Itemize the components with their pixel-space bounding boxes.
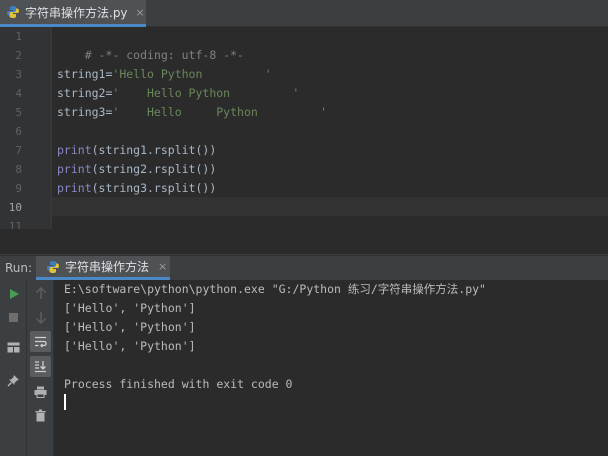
previous-occurrence-button[interactable]: [30, 283, 51, 304]
python-file-icon: [47, 260, 59, 273]
line-number: 1: [15, 30, 22, 43]
restore-layout-button[interactable]: [3, 337, 24, 358]
current-line-highlight: [52, 197, 608, 216]
console-exit-message: Process finished with exit code 0: [64, 377, 293, 391]
variable-assignment: string3=: [57, 105, 113, 119]
variable-assignment: string1=: [57, 67, 113, 81]
clear-all-button[interactable]: [30, 405, 51, 426]
stop-button[interactable]: [3, 307, 24, 328]
editor-tab-label: 字符串操作方法.py: [25, 5, 128, 20]
stop-icon: [9, 313, 18, 322]
run-tab-label: 字符串操作方法: [65, 260, 150, 274]
print-icon: [34, 386, 47, 398]
scroll-to-end-button[interactable]: [30, 356, 51, 377]
run-tool-window-header: Run: 字符串操作方法 ×: [0, 255, 608, 280]
code-editor[interactable]: 1 2 3 4 5 6 7 8 9 10 11 # -*- coding: ut…: [0, 27, 608, 229]
builtin-function: print: [57, 143, 92, 157]
scroll-to-end-icon: [35, 361, 46, 373]
run-toolbar-primary: [0, 280, 27, 456]
line-number: 6: [15, 125, 22, 138]
line-number: 4: [15, 87, 22, 100]
rerun-button[interactable]: [3, 283, 24, 304]
soft-wrap-button[interactable]: [30, 331, 51, 352]
console-text-caret: [64, 394, 66, 410]
line-number: 8: [15, 163, 22, 176]
line-number: 5: [15, 106, 22, 119]
line-number: 7: [15, 144, 22, 157]
pin-tab-button[interactable]: [3, 370, 24, 391]
call-arguments: (string3.rsplit()): [91, 181, 217, 195]
code-line-4: string2=' Hello Python ': [57, 84, 299, 103]
code-line-9: print(string3.rsplit()): [57, 179, 216, 198]
console-command-line: E:\software\python\python.exe "G:/Python…: [64, 282, 486, 296]
string-literal: ' Hello Python ': [112, 105, 328, 119]
run-icon: [9, 288, 19, 299]
down-arrow-icon: [35, 312, 46, 324]
python-file-icon: [7, 6, 19, 18]
comment-text: # -*- coding: utf-8 -*-: [84, 48, 244, 62]
next-occurrence-button[interactable]: [30, 307, 51, 328]
pin-icon: [7, 375, 19, 387]
call-arguments: (string1.rsplit()): [91, 143, 217, 157]
code-line-5: string3=' Hello Python ': [57, 103, 327, 122]
run-config-tab[interactable]: 字符串操作方法 ×: [36, 256, 170, 280]
string-literal: 'Hello Python ': [112, 67, 272, 81]
line-number-current: 10: [8, 201, 22, 214]
code-line-7: print(string1.rsplit()): [57, 141, 216, 160]
console-output-line: ['Hello', 'Python']: [64, 339, 196, 353]
editor-bottom-spacer: [0, 229, 608, 255]
print-button[interactable]: [30, 381, 51, 402]
close-icon[interactable]: ×: [136, 6, 145, 19]
trash-icon: [35, 409, 46, 422]
code-line-8: print(string2.rsplit()): [57, 160, 216, 179]
code-line-3: string1='Hello Python ': [57, 65, 272, 84]
run-console-output[interactable]: E:\software\python\python.exe "G:/Python…: [54, 280, 608, 456]
line-number: 9: [15, 182, 22, 195]
layout-icon: [7, 342, 20, 353]
line-number: 2: [15, 49, 22, 62]
line-number: 11: [8, 220, 22, 229]
console-output-line: ['Hello', 'Python']: [64, 301, 196, 315]
run-toolbar-secondary: [27, 280, 54, 456]
builtin-function: print: [57, 181, 92, 195]
editor-tab-bar: 字符串操作方法.py ×: [0, 0, 608, 27]
call-arguments: (string2.rsplit()): [91, 162, 217, 176]
line-number-gutter: 1 2 3 4 5 6 7 8 9 10 11: [0, 27, 52, 229]
console-output-line: ['Hello', 'Python']: [64, 320, 196, 334]
string-literal: ' Hello Python ': [112, 86, 300, 100]
variable-assignment: string2=: [57, 86, 113, 100]
editor-tab-string-methods[interactable]: 字符串操作方法.py ×: [0, 0, 146, 27]
line-number: 3: [15, 68, 22, 81]
code-line-1: # -*- coding: utf-8 -*-: [57, 27, 244, 62]
close-icon[interactable]: ×: [158, 260, 167, 273]
run-title: Run:: [5, 261, 33, 275]
up-arrow-icon: [35, 287, 46, 299]
builtin-function: print: [57, 162, 92, 176]
soft-wrap-icon: [35, 336, 47, 347]
